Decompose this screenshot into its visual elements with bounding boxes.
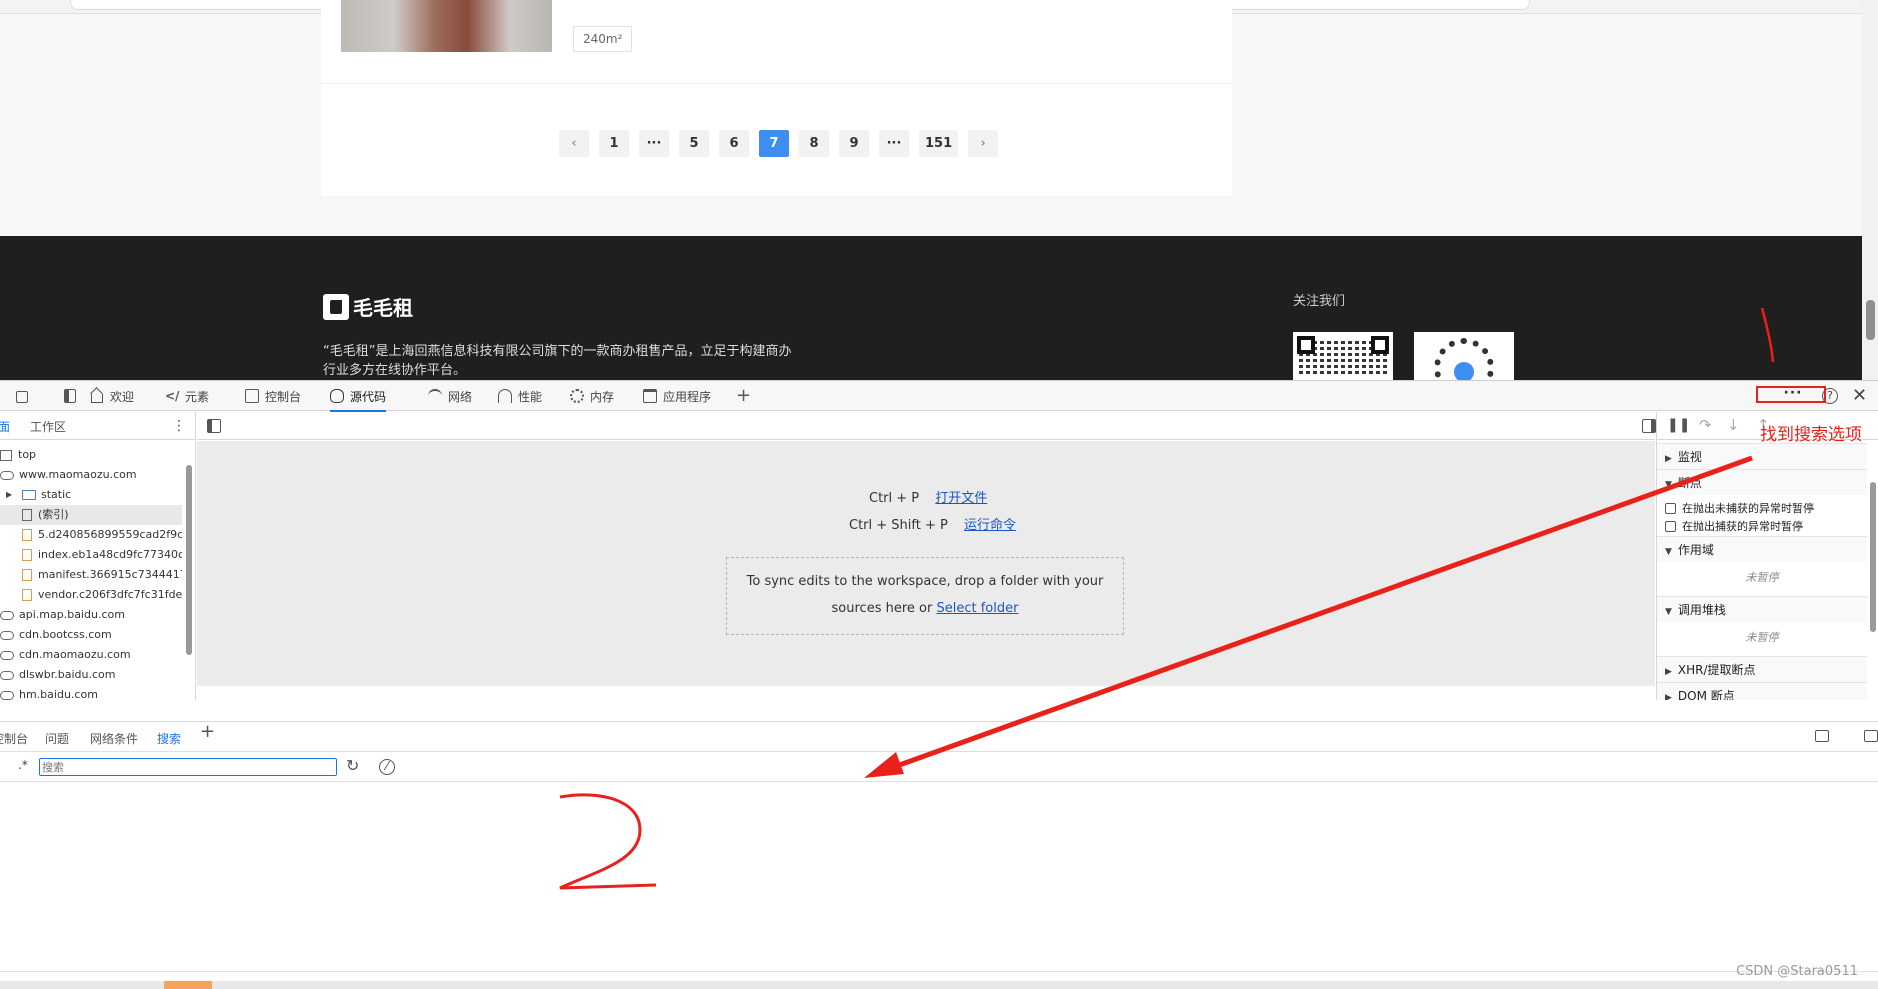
taskbar-strip	[0, 981, 1878, 989]
screenshot-root: 240m² ‹ 1 ··· 5 6 7 8 9 ··· 151 › 毛毛租 “毛毛租”是上海回燕信息…	[0, 0, 1878, 989]
annotation-arrowhead	[864, 752, 904, 778]
annotation-number-two	[559, 793, 657, 890]
annotation-overlay	[559, 307, 1775, 890]
annotation-stroke-1	[1760, 307, 1775, 363]
annotation-arrow-shaft	[879, 455, 1753, 775]
watermark: CSDN @Stara0511	[1736, 964, 1858, 979]
